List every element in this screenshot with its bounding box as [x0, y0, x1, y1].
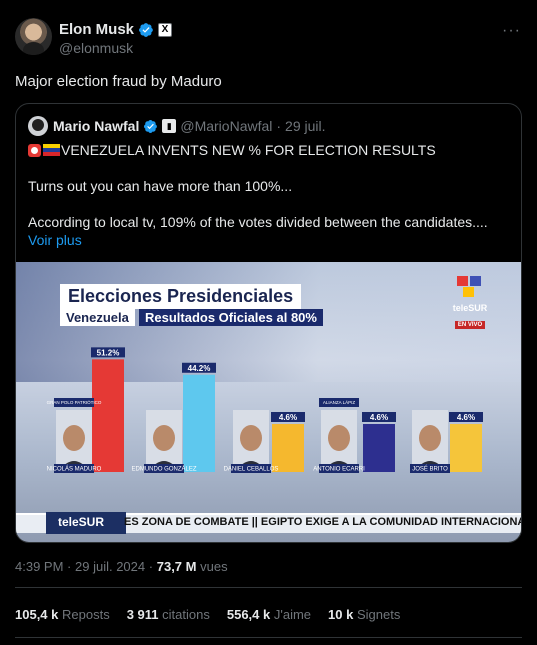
likes-label: J'aime [273, 607, 312, 622]
tweet-meta: 4:39 PM · 29 juil. 2024 · 73,7 M vues [15, 559, 228, 574]
quote-verified-badge-icon [144, 119, 158, 133]
quoted-tweet[interactable]: Mario Nawfal ▮ @MarioNawfal · 29 juil. V… [15, 103, 522, 543]
quote-date[interactable]: 29 juil. [285, 118, 325, 134]
tweet: Elon Musk X @elonmusk ··· Major election… [0, 0, 537, 645]
divider-top [15, 587, 522, 588]
likes-count: 556,4 k [226, 607, 271, 622]
quotes-count: 3 911 [126, 607, 159, 622]
quote-affiliation-icon: ▮ [162, 119, 177, 133]
quote-media-image[interactable]: Elecciones Presidenciales Venezuela Resu… [16, 262, 521, 542]
ticker-text: ES ZONA DE COMBATE || EGIPTO EXIGE A LA … [124, 516, 521, 528]
quote-handle[interactable]: @MarioNawfal [180, 118, 272, 134]
avatar[interactable] [15, 18, 52, 55]
candidate-name-2: DANIEL CEBALLOS [224, 467, 279, 473]
more-options-icon[interactable]: ··· [502, 22, 521, 40]
stat-bookmarks[interactable]: 10 k Signets [328, 607, 400, 622]
view-label: vues [200, 559, 228, 574]
read-more-link[interactable]: Voir plus [28, 231, 508, 249]
quote-avatar[interactable] [28, 116, 48, 136]
bar-0 [92, 359, 124, 472]
portrait-face-1 [153, 425, 175, 451]
stat-quotes[interactable]: 3 911 citations [127, 607, 210, 622]
tweet-date[interactable]: 29 juil. 2024 [75, 559, 145, 574]
venezuela-flag-icon [43, 144, 60, 156]
quote-line-3: According to local tv, 109% of the votes… [28, 214, 488, 230]
ticker-brand: teleSUR [46, 512, 126, 534]
bar-2 [272, 424, 304, 472]
tweet-time[interactable]: 4:39 PM [15, 559, 63, 574]
quote-headline: VENEZUELA INVENTS NEW % FOR ELECTION RES… [61, 142, 436, 158]
quote-line-2: Turns out you can have more than 100%... [28, 178, 293, 194]
portrait-face-0 [63, 425, 85, 451]
candidate-name-4: JOSÉ BRITO [412, 466, 448, 473]
author-name[interactable]: Elon Musk [59, 21, 134, 38]
value-label-4: 4.6% [457, 413, 475, 422]
bar-3 [363, 424, 395, 472]
quotes-label: citations [162, 607, 210, 622]
author-row: Elon Musk X [59, 21, 173, 38]
candidate-name-3: ANTONIO ECARRI [313, 467, 365, 473]
party-label-3: ALIANZA LÁPIZ [323, 399, 356, 405]
siren-emoji-icon [28, 144, 41, 157]
view-count: 73,7 M [156, 559, 197, 574]
quote-headline-row: VENEZUELA INVENTS NEW % FOR ELECTION RES… [28, 141, 508, 159]
reposts-count: 105,4 k [15, 607, 59, 622]
value-label-3: 4.6% [370, 413, 388, 422]
value-label-2: 4.6% [279, 413, 297, 422]
bookmarks-label: Signets [356, 607, 401, 622]
portrait-face-3 [328, 425, 350, 451]
stat-reposts[interactable]: 105,4 k Reposts [15, 607, 110, 622]
affiliation-badge-icon[interactable]: X [158, 22, 173, 37]
quote-header: Mario Nawfal ▮ @MarioNawfal · 29 juil. [53, 118, 326, 134]
meta-separator: · [67, 559, 72, 574]
bar-4 [450, 424, 482, 472]
engagement-stats: 105,4 k Reposts 3 911 citations 556,4 k … [15, 607, 400, 622]
quote-text: VENEZUELA INVENTS NEW % FOR ELECTION RES… [28, 141, 508, 249]
meta-separator-2: · [148, 559, 154, 574]
quote-author-name[interactable]: Mario Nawfal [53, 118, 139, 134]
results-chart: 51.2% NICOLÁS MADURO GRAN POLO PATRIÓTICO 4… [47, 347, 483, 473]
author-handle[interactable]: @elonmusk [59, 40, 133, 56]
stat-likes[interactable]: 556,4 k J'aime [227, 607, 311, 622]
reposts-label: Reposts [62, 607, 110, 622]
value-label-1: 44.2% [188, 364, 211, 373]
party-label-0: GRAN POLO PATRIÓTICO [47, 399, 102, 405]
portrait-face-2 [240, 425, 262, 451]
verified-badge-icon [139, 22, 153, 37]
candidate-name-0: NICOLÁS MADURO [47, 466, 102, 473]
divider-bottom [15, 637, 522, 638]
tweet-text: Major election fraud by Maduro [15, 73, 222, 90]
value-label-0: 51.2% [97, 348, 120, 357]
portrait-face-4 [419, 425, 441, 451]
candidate-name-1: EDMUNDO GONZÁLEZ [131, 466, 196, 473]
quote-separator: · [276, 118, 282, 134]
bookmarks-count: 10 k [328, 607, 354, 622]
bar-1 [183, 374, 215, 472]
